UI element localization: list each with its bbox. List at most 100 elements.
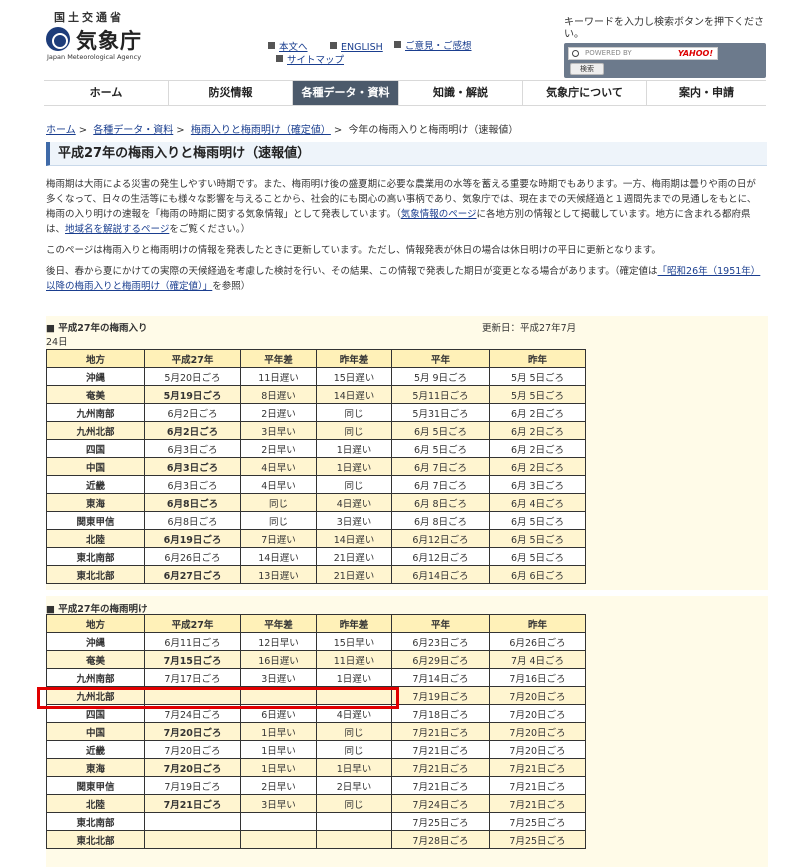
square-icon xyxy=(276,55,283,62)
cell-lastyear: 7月20日ごろ xyxy=(489,704,586,723)
cell-this-year: 6月11日ごろ xyxy=(144,632,241,651)
cell-lastyear-diff: 21日遅い xyxy=(316,565,392,584)
jma-logo-icon[interactable] xyxy=(46,27,70,51)
cell-lastyear-diff: 1日早い xyxy=(316,758,392,777)
cell-lastyear: 6月 2日ごろ xyxy=(489,457,586,476)
cell-lastyear: 6月 3日ごろ xyxy=(489,475,586,494)
region-cell: 奄美 xyxy=(46,650,145,669)
search-input[interactable]: POWERED BY YAHOO! xyxy=(568,47,718,60)
column-header-lastyear: 昨年 xyxy=(489,349,586,368)
cell-lastyear: 7月 4日ごろ xyxy=(489,650,586,669)
nav-guide[interactable]: 案内・申請 xyxy=(646,81,766,105)
cell-lastyear: 6月 5日ごろ xyxy=(489,529,586,548)
cell-normal: 6月23日ごろ xyxy=(391,632,490,651)
cell-normal-diff: 3日早い xyxy=(240,794,317,813)
cell-normal: 7月18日ごろ xyxy=(391,704,490,723)
cell-normal-diff xyxy=(240,812,317,831)
cell-lastyear: 7月20日ごろ xyxy=(489,740,586,759)
table-row: 関東甲信 6月8日ごろ 同じ 3日遅い 6月 8日ごろ 6月 5日ごろ xyxy=(46,511,586,530)
column-header-lastyear-diff: 昨年差 xyxy=(316,349,392,368)
cell-normal: 7月14日ごろ xyxy=(391,668,490,687)
agency-name[interactable]: 気象庁 xyxy=(76,25,142,55)
table-row: 東北北部 6月27日ごろ 13日遅い 21日遅い 6月14日ごろ 6月 6日ごろ xyxy=(46,565,586,584)
cell-this-year: 6月2日ごろ xyxy=(144,421,241,440)
cell-lastyear: 7月21日ごろ xyxy=(489,776,586,795)
cell-normal-diff: 3日遅い xyxy=(240,668,317,687)
cell-lastyear-diff: 同じ xyxy=(316,740,392,759)
table-row: 関東甲信 7月19日ごろ 2日早い 2日早い 7月21日ごろ 7月21日ごろ xyxy=(46,776,586,795)
region-cell: 東海 xyxy=(46,493,145,512)
cell-this-year xyxy=(144,830,241,849)
agency-english-name: Japan Meteorological Agency xyxy=(47,53,142,61)
breadcrumb: ホーム > 各種データ・資料 > 梅雨入りと梅雨明け（確定値） > 今年の梅雨入りと梅… xyxy=(46,125,519,136)
cell-normal: 7月25日ごろ xyxy=(391,812,490,831)
cell-normal: 7月28日ごろ xyxy=(391,830,490,849)
region-cell: 沖縄 xyxy=(46,367,145,386)
updated-date: 更新日：平成27年7月 xyxy=(482,323,577,334)
breadcrumb-home[interactable]: ホーム xyxy=(46,125,76,136)
table-row: 北陸 6月19日ごろ 7日遅い 14日遅い 6月12日ごろ 6月 5日ごろ xyxy=(46,529,586,548)
cell-lastyear: 7月21日ごろ xyxy=(489,794,586,813)
cell-lastyear: 7月21日ごろ xyxy=(489,758,586,777)
table-row: 東北南部 6月26日ごろ 14日遅い 21日遅い 6月12日ごろ 6月 5日ごろ xyxy=(46,547,586,566)
cell-lastyear: 6月 2日ごろ xyxy=(489,439,586,458)
cell-lastyear-diff xyxy=(316,830,392,849)
nav-knowledge[interactable]: 知識・解説 xyxy=(398,81,522,105)
weather-info-link[interactable]: 気象情報のページ xyxy=(401,209,477,220)
cell-normal-diff: 同じ xyxy=(240,493,317,512)
cell-normal-diff: 同じ xyxy=(240,511,317,530)
link-feedback[interactable]: ご意見・ご感想 xyxy=(394,40,472,54)
cell-lastyear-diff: 4日遅い xyxy=(316,493,392,512)
table-row: 近畿 7月20日ごろ 1日早い 同じ 7月21日ごろ 7月20日ごろ xyxy=(46,740,586,759)
cell-normal-diff: 2日遅い xyxy=(240,403,317,422)
search-button[interactable]: 検索 xyxy=(570,63,604,75)
cell-normal: 6月14日ごろ xyxy=(391,565,490,584)
cell-normal: 7月21日ごろ xyxy=(391,722,490,741)
cell-lastyear: 6月 5日ごろ xyxy=(489,547,586,566)
table-row: 奄美 7月15日ごろ 16日遅い 11日遅い 6月29日ごろ 7月 4日ごろ xyxy=(46,650,586,669)
region-cell: 東北北部 xyxy=(46,565,145,584)
column-header-this-year: 平成27年 xyxy=(144,349,241,368)
nav-disaster-info[interactable]: 防災情報 xyxy=(168,81,292,105)
table-row: 沖縄 5月20日ごろ 11日遅い 15日遅い 5月 9日ごろ 5月 5日ごろ xyxy=(46,367,586,386)
cell-lastyear-diff: 1日遅い xyxy=(316,439,392,458)
breadcrumb-data[interactable]: 各種データ・資料 xyxy=(93,125,173,136)
table-row: 東北北部 7月28日ごろ 7月25日ごろ xyxy=(46,830,586,849)
region-cell: 中国 xyxy=(46,722,145,741)
nav-home[interactable]: ホーム xyxy=(44,81,168,105)
search-icon xyxy=(572,50,579,57)
breadcrumb-confirmed[interactable]: 梅雨入りと梅雨明け（確定値） xyxy=(191,125,331,136)
cell-lastyear: 7月16日ごろ xyxy=(489,668,586,687)
cell-normal: 6月 5日ごろ xyxy=(391,421,490,440)
tsuyu-iri-title: ■ 平成27年の梅雨入り xyxy=(46,323,148,334)
nav-data[interactable]: 各種データ・資料 xyxy=(292,81,398,105)
link-english[interactable]: ENGLISH xyxy=(330,41,383,55)
link-main-content[interactable]: 本文へ xyxy=(268,41,308,55)
table-row: 四国 6月3日ごろ 2日早い 1日遅い 6月 5日ごろ 6月 2日ごろ xyxy=(46,439,586,458)
tsuyu-ake-title: ■ 平成27年の梅雨明け xyxy=(46,604,148,615)
cell-lastyear: 5月 5日ごろ xyxy=(489,385,586,404)
cell-normal-diff: 1日早い xyxy=(240,758,317,777)
cell-normal-diff: 8日遅い xyxy=(240,385,317,404)
cell-lastyear-diff: 14日遅い xyxy=(316,385,392,404)
region-cell: 九州南部 xyxy=(46,668,145,687)
region-names-link[interactable]: 地域名を解説するページ xyxy=(65,224,169,235)
cell-normal-diff: 4日早い xyxy=(240,475,317,494)
link-sitemap[interactable]: サイトマップ xyxy=(276,54,344,68)
cell-lastyear-diff: 21日遅い xyxy=(316,547,392,566)
tsuyu-iri-table: 地方 平成27年 平年差 昨年差 平年 昨年 沖縄 5月20日ごろ 11日遅い 15日遅い 5月 … xyxy=(46,349,586,584)
table-row: 東海 7月20日ごろ 1日早い 1日早い 7月21日ごろ 7月21日ごろ xyxy=(46,758,586,777)
table-row: 沖縄 6月11日ごろ 12日早い 15日早い 6月23日ごろ 6月26日ごろ xyxy=(46,632,586,651)
cell-normal: 6月 8日ごろ xyxy=(391,511,490,530)
cell-lastyear: 6月 6日ごろ xyxy=(489,565,586,584)
cell-normal-diff: 2日早い xyxy=(240,776,317,795)
cell-normal-diff: 16日遅い xyxy=(240,650,317,669)
cell-normal: 6月12日ごろ xyxy=(391,547,490,566)
table-row: 九州北部 6月2日ごろ 3日早い 同じ 6月 5日ごろ 6月 2日ごろ xyxy=(46,421,586,440)
nav-about[interactable]: 気象庁について xyxy=(522,81,646,105)
cell-normal: 6月29日ごろ xyxy=(391,650,490,669)
cell-lastyear-diff: 15日遅い xyxy=(316,367,392,386)
tsuyu-ake-table: 地方 平成27年 平年差 昨年差 平年 昨年 沖縄 6月11日ごろ 12日早い 15日早い 6月2… xyxy=(46,614,586,849)
cell-normal-diff xyxy=(240,830,317,849)
cell-this-year: 7月19日ごろ xyxy=(144,776,241,795)
